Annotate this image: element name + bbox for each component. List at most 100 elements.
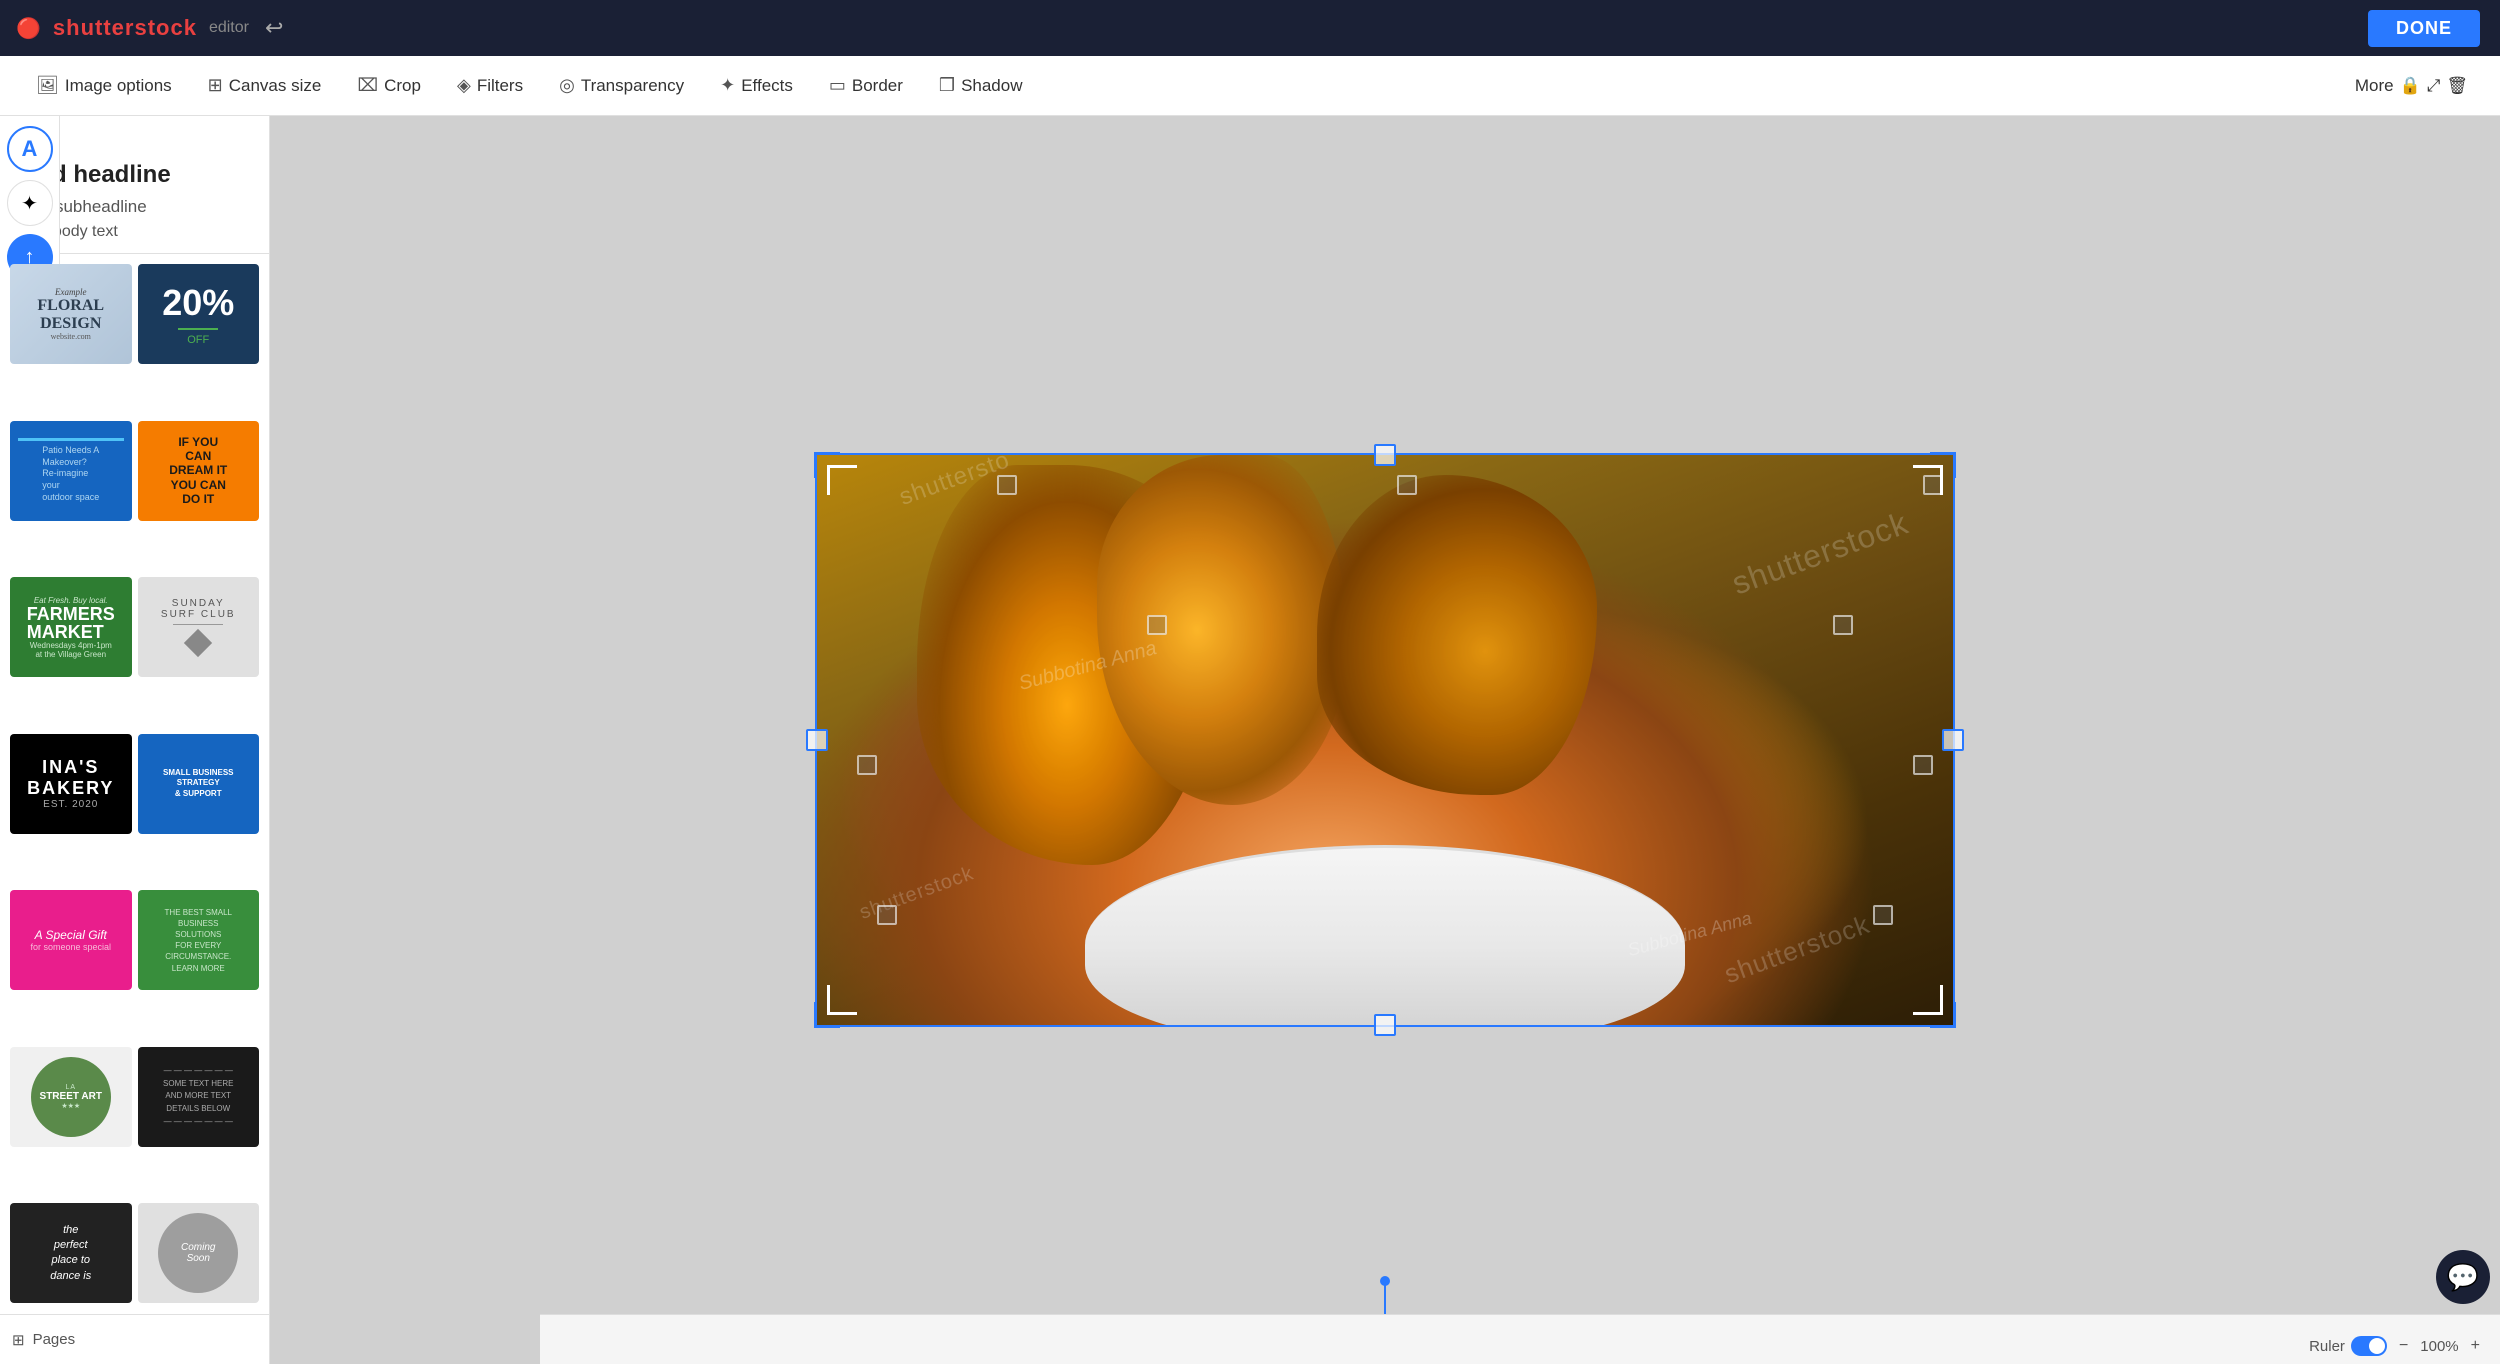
crop-button[interactable]: ⌧ Crop [341, 67, 437, 104]
effects-button[interactable]: ✦ Effects [704, 67, 809, 104]
template-streetart-circle: LA STREET ART ★★★ [31, 1057, 111, 1137]
ruler-toggle[interactable]: Ruler [2309, 1336, 2387, 1356]
filters-icon: ◈ [457, 75, 471, 96]
lock-icon: 🔒 [2400, 76, 2421, 96]
corner-tl [827, 465, 857, 495]
pages-bar[interactable]: ⊞ Pages [0, 1314, 270, 1364]
image-canvas[interactable]: shuttersto shutterstock shutterstock shu… [815, 453, 1955, 1027]
template-smallbiz[interactable]: SMALL BUSINESSSTRATEGY& SUPPORT [138, 734, 260, 834]
float-handle-7 [1913, 755, 1933, 775]
shadow-button[interactable]: ❒ Shadow [923, 67, 1039, 104]
template-darktext[interactable]: — — — — — — —SOME TEXT HEREAND MORE TEXT… [138, 1047, 260, 1147]
ruler-knob [2369, 1338, 2385, 1354]
chicken-piece-3 [1317, 475, 1597, 795]
template-20pct[interactable]: 20% OFF [138, 264, 260, 364]
template-patio[interactable]: Patio Needs AMakeover?Re-imagineyouroutd… [10, 421, 132, 521]
float-handle-6 [857, 755, 877, 775]
transparency-button[interactable]: ◎ Transparency [543, 67, 700, 104]
undo-button[interactable]: ↩ [265, 15, 283, 41]
shutterstock-logo-icon: 🔴 [16, 16, 41, 41]
template-gift-sub: for someone special [30, 942, 111, 952]
done-button[interactable]: DONE [2368, 10, 2480, 47]
template-streetart[interactable]: LA STREET ART ★★★ [10, 1047, 132, 1147]
ruler-area: Ruler − 100% + [2309, 1336, 2480, 1356]
ruler-switch[interactable] [2351, 1336, 2387, 1356]
image-options-icon: 🖼 [36, 75, 59, 96]
zoom-icon-minus[interactable]: − [2399, 1337, 2408, 1355]
more-button[interactable]: More 🔒 ⤢ 🗑 [2343, 68, 2480, 104]
canvas-size-button[interactable]: ⊞ Canvas size [192, 67, 338, 104]
template-circlegrey-circle: ComingSoon [158, 1213, 238, 1293]
canvas-area[interactable]: shuttersto shutterstock shutterstock shu… [270, 116, 2500, 1364]
float-handle-9 [1873, 905, 1893, 925]
crop-label: Crop [384, 76, 421, 96]
corner-bl [827, 985, 857, 1015]
corner-tr [1913, 465, 1943, 495]
template-farmers-main: FARMERSMARKET [27, 605, 115, 641]
elements-tool-button[interactable]: ✦ [7, 180, 53, 226]
template-num: 20% [162, 282, 234, 324]
border-button[interactable]: ▭ Border [813, 67, 919, 104]
template-patio-text: Patio Needs AMakeover?Re-imagineyouroutd… [42, 445, 99, 503]
logo-area: 🔴 shutterstock editor [16, 15, 249, 41]
template-dance[interactable]: theperfectplace todance is [10, 1203, 132, 1303]
template-streetart-la: LA [65, 1084, 76, 1091]
shadow-icon: ❒ [939, 75, 955, 96]
template-solutions-text: THE BEST SMALLBUSINESSSOLUTIONSFOR EVERY… [165, 907, 232, 974]
border-label: Border [852, 76, 903, 96]
zoom-icon-plus[interactable]: + [2471, 1337, 2480, 1355]
template-line [178, 328, 218, 330]
template-darktext-text: — — — — — — —SOME TEXT HEREAND MORE TEXT… [163, 1065, 233, 1129]
bottom-bar: Ruler − 100% + [540, 1314, 2500, 1364]
template-surf-text: SUNDAYSURF CLUB [161, 598, 236, 620]
transparency-icon: ◎ [559, 75, 575, 96]
template-solutions[interactable]: THE BEST SMALLBUSINESSSOLUTIONSFOR EVERY… [138, 890, 260, 990]
template-dream-text: IF YOUCANDREAM ITYOU CANDO IT [169, 435, 227, 507]
template-floral[interactable]: Example FLORALDESIGN website.com [10, 264, 132, 364]
template-farmers[interactable]: Eat Fresh. Buy local. FARMERSMARKET Wedn… [10, 577, 132, 677]
trash-icon: 🗑 [2446, 76, 2468, 96]
template-farmers-detail: Wednesdays 4pm-1pmat the Village Green [30, 641, 112, 659]
top-bar: 🔴 shutterstock editor ↩ DONE [0, 0, 2500, 56]
template-gift[interactable]: A Special Gift for someone special [10, 890, 132, 990]
effects-label: Effects [741, 76, 793, 96]
template-circlegrey[interactable]: ComingSoon [138, 1203, 260, 1303]
template-surf-divider [173, 624, 223, 625]
corner-br [1913, 985, 1943, 1015]
image-options-label: Image options [65, 76, 172, 96]
anchor-line [1384, 1284, 1386, 1314]
template-bakery-sub: EST. 2020 [43, 799, 98, 810]
editor-label: editor [209, 19, 249, 37]
template-surf[interactable]: SUNDAYSURF CLUB [138, 577, 260, 677]
template-surf-diamond [184, 628, 212, 656]
filters-button[interactable]: ◈ Filters [441, 67, 539, 104]
toolbar-right: More 🔒 ⤢ 🗑 [2343, 68, 2480, 104]
template-main-text: FLORALDESIGN [37, 297, 104, 332]
text-tool-button[interactable]: A [7, 126, 53, 172]
shadow-label: Shadow [961, 76, 1022, 96]
canvas-size-label: Canvas size [229, 76, 322, 96]
float-handle-2 [1397, 475, 1417, 495]
template-bakery[interactable]: INA'SBAKERY EST. 2020 [10, 734, 132, 834]
left-panel: A ✦ ↑ Text Add headline Add subheadline … [0, 116, 270, 1364]
templates-grid: Example FLORALDESIGN website.com 20% OFF… [0, 254, 269, 1364]
main-content: A ✦ ↑ Text Add headline Add subheadline … [0, 116, 2500, 1364]
template-dream[interactable]: IF YOUCANDREAM ITYOU CANDO IT [138, 421, 260, 521]
template-bakery-main: INA'SBAKERY [27, 757, 114, 799]
image-options-button[interactable]: 🖼 Image options [20, 67, 188, 104]
pages-icon: ⊞ [12, 1331, 25, 1349]
float-handle-5 [1833, 615, 1853, 635]
template-gift-main: A Special Gift [35, 928, 107, 942]
filters-label: Filters [477, 76, 523, 96]
chat-widget[interactable]: 💬 [2436, 1250, 2490, 1304]
logo-text: shutterstock [53, 15, 197, 41]
canvas-image: shuttersto shutterstock shutterstock shu… [817, 455, 1953, 1025]
template-example-text: Example [55, 287, 87, 297]
template-streetart-sub: ★★★ [61, 1102, 80, 1110]
transparency-label: Transparency [581, 76, 684, 96]
template-sub-text: website.com [51, 332, 91, 341]
template-accent-line [18, 438, 124, 441]
template-smallbiz-text: SMALL BUSINESSSTRATEGY& SUPPORT [163, 768, 234, 799]
chat-icon: 💬 [2447, 1262, 2479, 1293]
template-dance-text: theperfectplace todance is [50, 1223, 91, 1285]
